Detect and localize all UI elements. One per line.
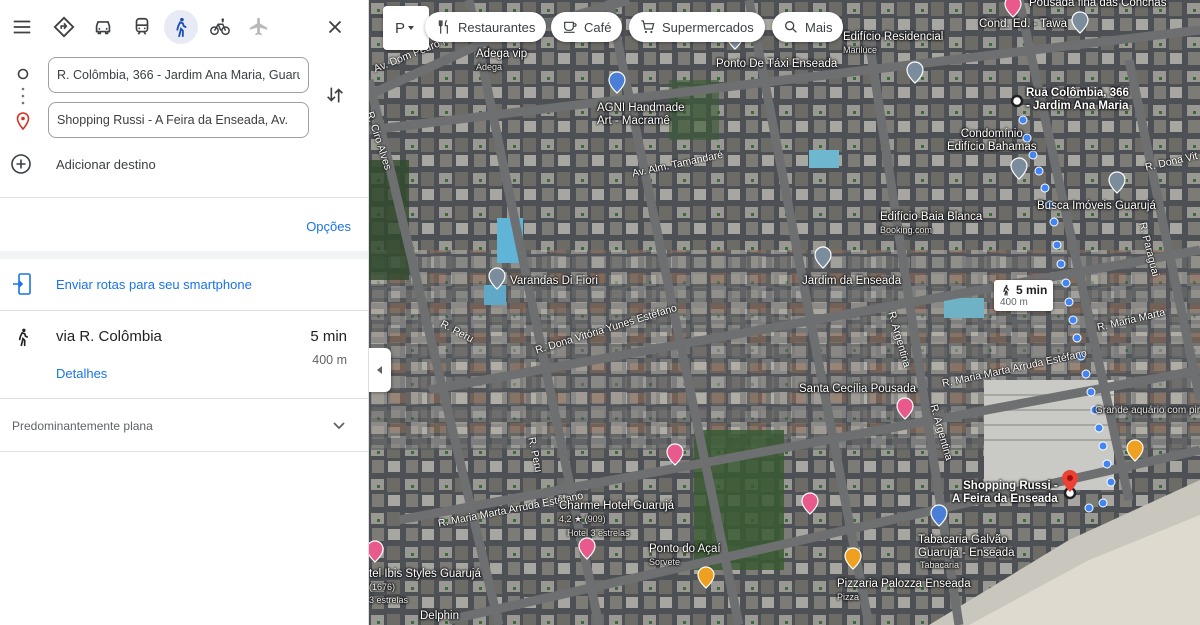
callout-time: 5 min [1016, 283, 1048, 297]
train-icon [135, 17, 149, 35]
close-icon [328, 20, 342, 34]
origin-map-label[interactable]: Rua Colômbia, 366- Jardim Ana Maria [1026, 87, 1129, 113]
chevron-down-icon [333, 422, 345, 430]
close-button[interactable] [318, 10, 352, 44]
place-label[interactable]: Jardim da Enseada [802, 275, 901, 288]
route-dots-icon [21, 87, 25, 105]
place-label[interactable]: Varandas Di Fiori [510, 275, 598, 288]
add-destination-label: Adicionar destino [56, 156, 156, 172]
origin-input[interactable]: R. Colômbia, 366 - Jardim Ana Maria, Gua… [48, 57, 309, 93]
walking-icon [176, 17, 187, 38]
route-duration: 5 min [310, 328, 347, 345]
place-label[interactable]: Condomínio Edifício Bahamas [947, 128, 1037, 154]
mode-driving-button[interactable] [86, 10, 120, 44]
airplane-icon [249, 17, 268, 36]
details-link[interactable]: Detalhes [56, 366, 107, 381]
send-to-phone-icon [13, 273, 31, 295]
place-label[interactable]: Tabacaria Galvão Guarujá - Enseada [918, 534, 1015, 560]
layers-label: P [394, 19, 405, 37]
collapse-panel-button[interactable] [369, 348, 391, 392]
travel-mode-bar [0, 0, 368, 56]
destination-map-label[interactable]: Shopping Russi -A Feira da Enseada [952, 480, 1058, 506]
mode-flights-button[interactable] [242, 10, 276, 44]
place-label[interactable]: Grande aquário com pir [1095, 405, 1200, 417]
place-label[interactable]: Ponto do Açaí Sorvete [649, 543, 721, 569]
place-label[interactable]: Tabacaria [920, 560, 959, 570]
menu-button[interactable] [5, 10, 39, 44]
chip-label: Mais [805, 19, 833, 35]
route-result-card[interactable]: via R. Colômbia 5 min 400 m Detalhes [0, 311, 368, 398]
place-label[interactable]: Santa Cecília Pousada [799, 383, 916, 396]
chip-restaurants[interactable]: Restaurantes [425, 12, 547, 42]
search-icon [785, 20, 797, 33]
mode-cycling-button[interactable] [203, 10, 237, 44]
chip-more[interactable]: Mais [772, 12, 844, 42]
place-label[interactable]: Cond. Ed. - Tawa [979, 18, 1067, 31]
terrain-label: Predominantemente plana [12, 419, 153, 433]
place-label[interactable]: Pousada fina das Conchas [1029, 0, 1166, 10]
layers-button[interactable]: P [383, 6, 429, 50]
add-destination-button[interactable]: Adicionar destino [10, 153, 156, 175]
origin-circle-icon [17, 68, 29, 80]
send-to-phone-label: Enviar rotas para seu smartphone [56, 276, 252, 292]
divider [0, 451, 368, 452]
chip-cafe[interactable]: Café [551, 12, 623, 42]
swap-button[interactable] [318, 78, 352, 112]
destination-pin-icon [16, 112, 30, 130]
fork-knife-icon [438, 19, 448, 34]
chip-label: Supermercados [662, 19, 754, 35]
coffee-cup-icon [564, 21, 577, 33]
add-circle-icon [11, 154, 31, 174]
chip-label: Restaurantes [458, 19, 536, 35]
chip-label: Café [584, 19, 612, 35]
mode-walking-button[interactable] [164, 10, 198, 44]
place-label[interactable]: Ponto De Táxi Enseada [716, 58, 837, 71]
place-label[interactable]: AGNI Handmade Art - Macramê [597, 102, 685, 128]
caret-left-icon [377, 366, 382, 374]
route-distance: 400 m [312, 353, 347, 367]
chip-supermarkets[interactable]: Supermercados [629, 12, 765, 42]
directions-panel: R. Colômbia, 366 - Jardim Ana Maria, Gua… [0, 0, 369, 625]
place-label[interactable]: Charme Hotel Guarujá 4,2 ★ (909) [559, 500, 674, 526]
caret-down-icon [408, 26, 414, 30]
mode-best-route-button[interactable] [47, 10, 81, 44]
shopping-cart-icon [641, 20, 655, 34]
swap-vertical-icon [327, 87, 343, 103]
walking-icon [18, 328, 28, 347]
callout-distance: 400 m [1000, 297, 1028, 308]
place-label[interactable]: Edifício Residencial Marilúce [843, 31, 943, 57]
place-label[interactable]: tel Ibis Styles Guarujá (1676) [369, 568, 481, 594]
place-label[interactable]: Delphin [420, 610, 459, 623]
mode-transit-button[interactable] [125, 10, 159, 44]
route-via-label: via R. Colômbia [56, 328, 162, 345]
place-label[interactable]: Pizzaria Palozza Enseada Pizza [837, 578, 971, 604]
menu-icon [13, 20, 31, 34]
place-label[interactable]: Edifício Baia Blanca Booking.com [880, 211, 982, 237]
place-label[interactable]: Adega vip Adega [476, 48, 527, 74]
bicycle-icon [210, 18, 230, 36]
directions-diamond-icon [53, 16, 75, 38]
walk-time-callout[interactable]: 5 min 400 m [994, 280, 1054, 311]
send-to-phone-button[interactable]: Enviar rotas para seu smartphone [0, 259, 368, 309]
section-separator [0, 251, 368, 259]
divider [0, 197, 368, 198]
place-label[interactable]: Hotel 3 estrelas [567, 528, 630, 538]
walking-icon [1003, 285, 1010, 296]
destination-input[interactable]: Shopping Russi - A Feira da Enseada, Av. [48, 102, 309, 138]
options-button[interactable]: Opções [306, 219, 351, 234]
car-icon [95, 21, 111, 35]
satellite-map[interactable]: Av. Dom Pedro I R. Ciro Alves Av. Alm. T… [369, 0, 1200, 625]
place-label[interactable]: Busca Imóveis Guarujá [1037, 200, 1156, 213]
place-label[interactable]: 3 estrelas [369, 595, 408, 605]
terrain-row[interactable]: Predominantemente plana [0, 399, 368, 451]
